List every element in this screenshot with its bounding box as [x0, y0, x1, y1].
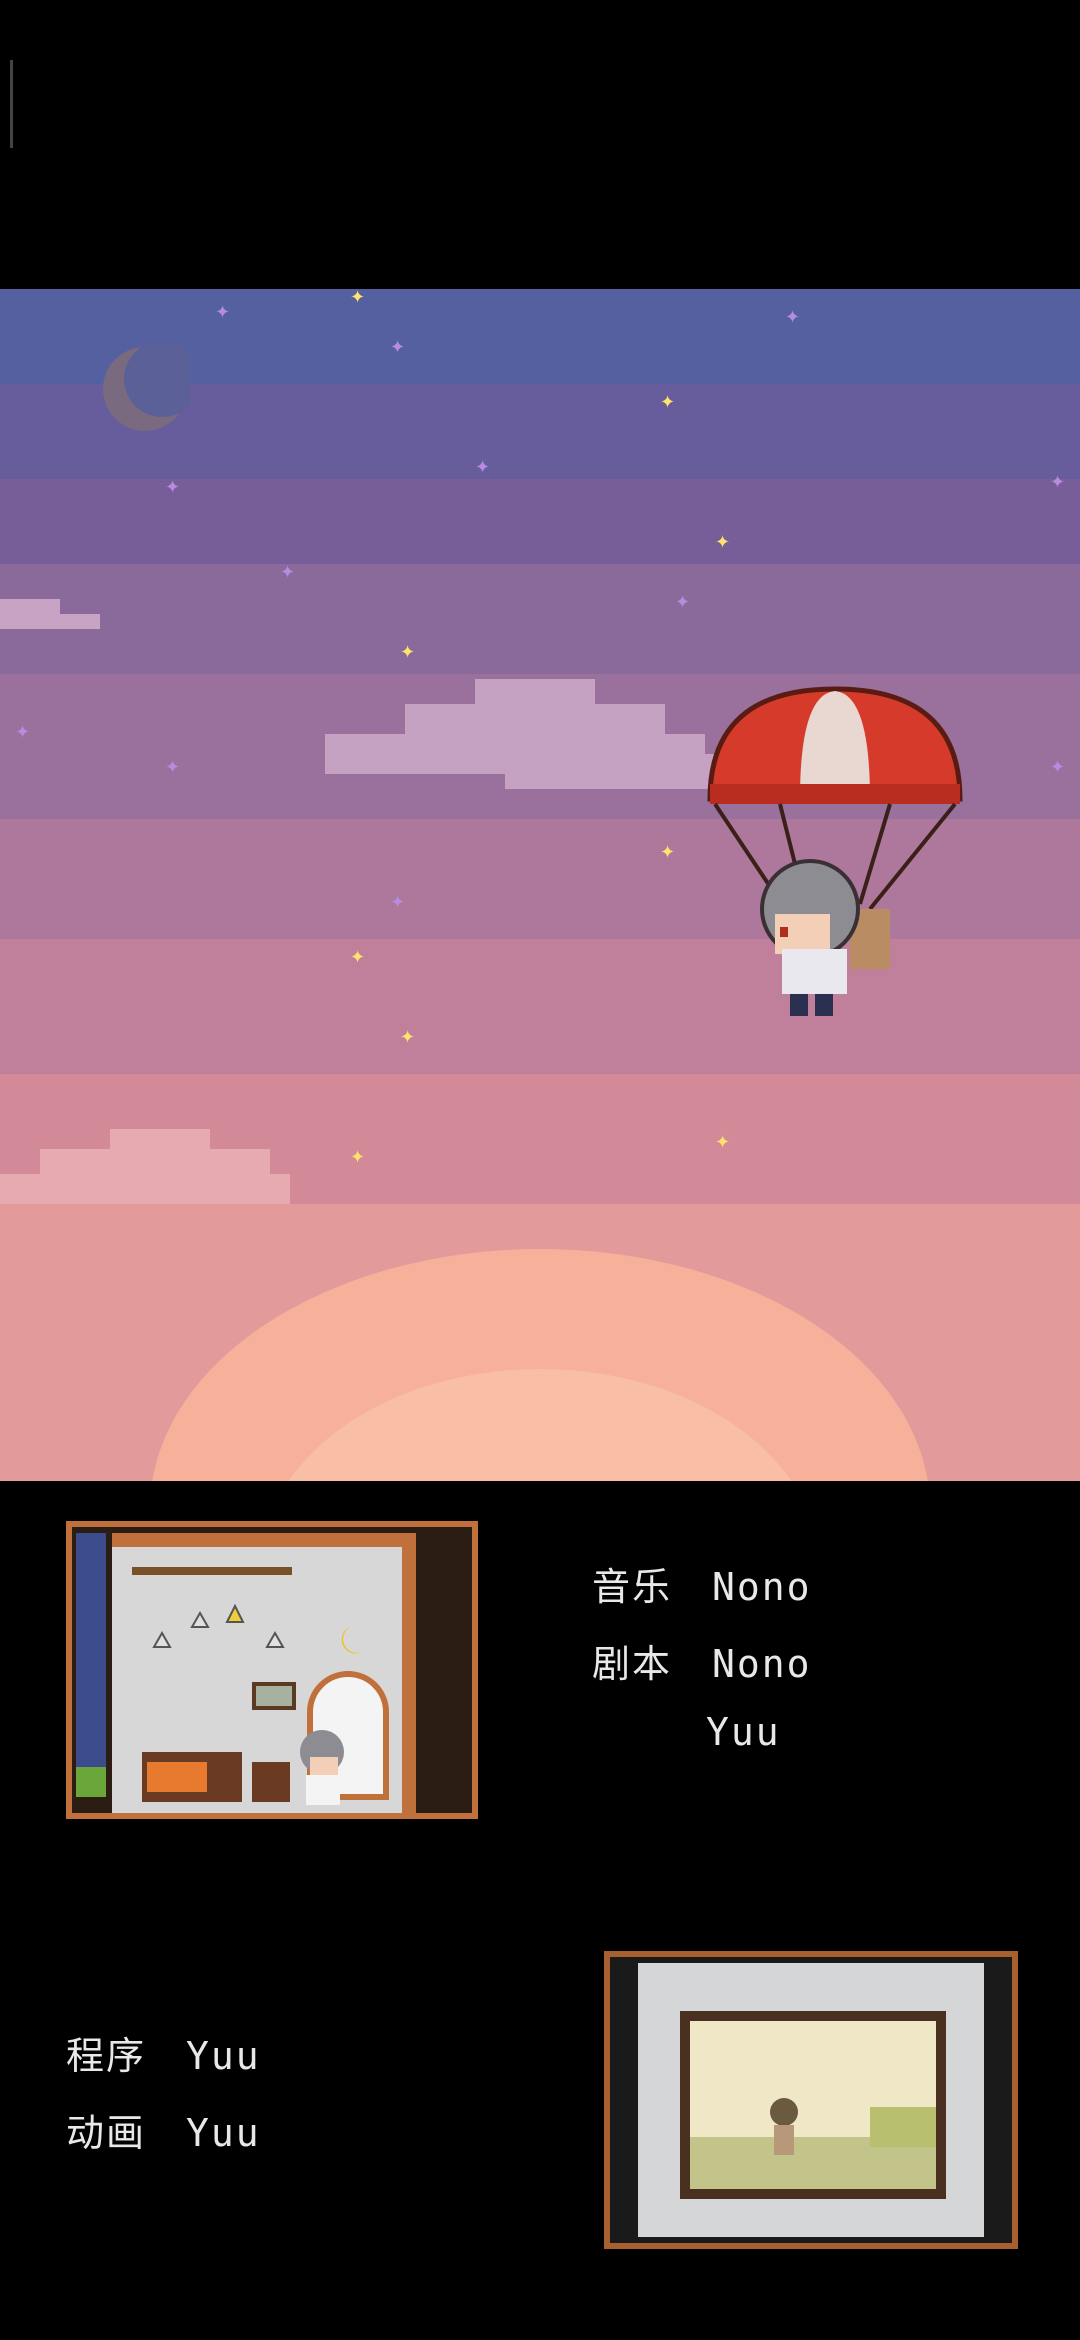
star-icon: ✦ [475, 457, 491, 478]
sky-band [0, 479, 1080, 564]
sky-scene: ✦ ✦ ✦ ✦ ✦ ✦ ✦ ✦ ✦ ✦ ✦ ✦ ✦ ✦ ✦ ✦ ✦ ✦ ✦ ✦ … [0, 289, 1080, 1481]
credit-role: 动画 [66, 2111, 147, 2155]
star-icon: ✦ [215, 302, 231, 323]
star-icon: ✦ [165, 757, 181, 778]
star-icon: ✦ [350, 289, 366, 308]
star-icon: ✦ [400, 642, 416, 663]
credit-role: 剧本 [592, 1642, 673, 1686]
star-icon: ✦ [165, 477, 181, 498]
credit-name: Nono [712, 1565, 812, 1609]
credit-animation: 动画 Yuu [66, 2102, 261, 2157]
star-icon: ✦ [1050, 757, 1066, 778]
star-icon: ✦ [660, 392, 676, 413]
credit-role: 程序 [66, 2034, 147, 2078]
star-icon: ✦ [715, 1132, 731, 1153]
star-icon: ✦ [1050, 472, 1066, 493]
star-icon: ✦ [675, 592, 691, 613]
credit-program: 程序 Yuu [66, 2025, 261, 2080]
credit-music: 音乐 Nono [592, 1556, 812, 1611]
window-illustration [604, 1951, 1018, 2249]
credit-name: Yuu [706, 1710, 781, 1754]
star-icon: ✦ [390, 892, 406, 913]
star-icon: ✦ [280, 562, 296, 583]
star-icon: ✦ [400, 1027, 416, 1048]
room-illustration [66, 1521, 478, 1819]
sky-band [0, 564, 1080, 674]
star-icon: ✦ [660, 842, 676, 863]
cloud [325, 679, 755, 789]
cloud [0, 599, 100, 629]
credit-script: 剧本 Nono [592, 1633, 812, 1688]
credit-script-name-2: Yuu [706, 1710, 781, 1754]
text-cursor [10, 60, 13, 148]
credit-name: Nono [712, 1642, 812, 1686]
star-icon: ✦ [785, 307, 801, 328]
cloud [0, 1129, 290, 1204]
star-icon: ✦ [350, 947, 366, 968]
star-icon: ✦ [15, 722, 31, 743]
parachute-character [707, 686, 963, 1016]
star-icon: ✦ [350, 1147, 366, 1168]
star-icon: ✦ [390, 337, 406, 358]
credit-role: 音乐 [592, 1565, 673, 1609]
credit-name: Yuu [186, 2034, 261, 2078]
moon-icon [103, 344, 190, 431]
star-icon: ✦ [715, 532, 731, 553]
credit-name: Yuu [186, 2111, 261, 2155]
